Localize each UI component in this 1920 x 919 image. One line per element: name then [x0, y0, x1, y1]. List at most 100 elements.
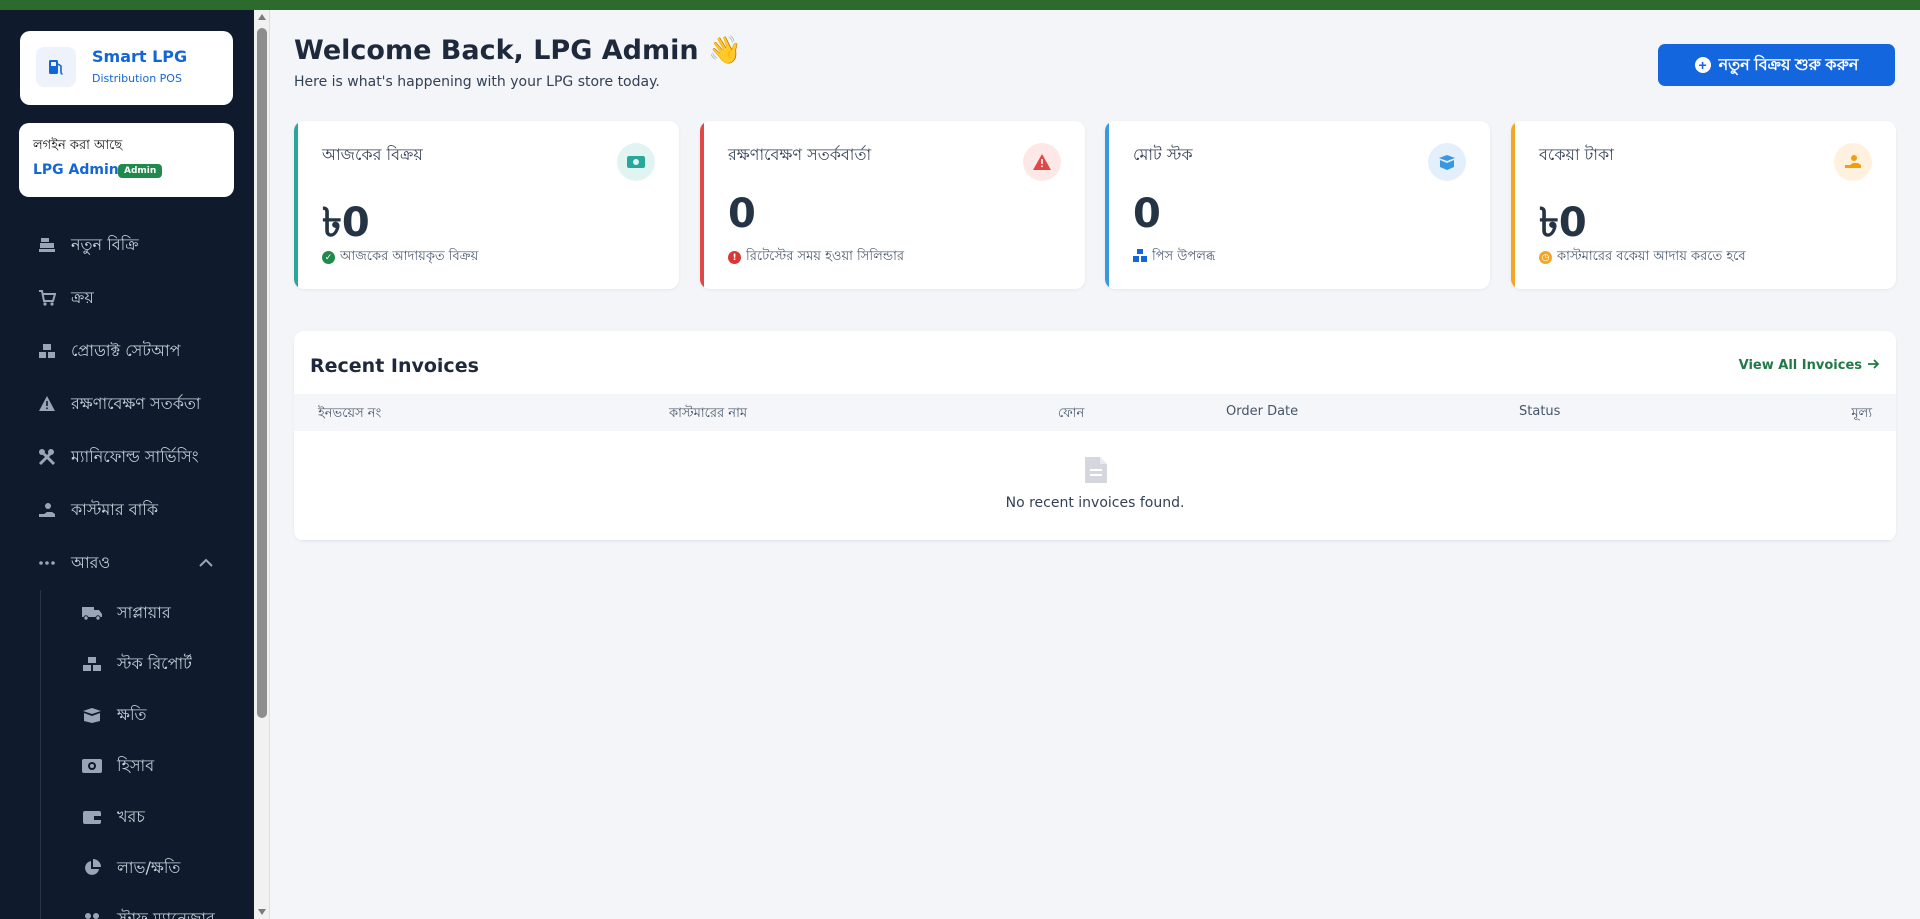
new-sale-button-label: নতুন বিক্রয় শুরু করুন	[1718, 56, 1859, 74]
boxes-icon	[36, 340, 58, 362]
sidebar-item-label: কাস্টমার বাকি	[71, 499, 159, 519]
sidebar-item-label: নতুন বিক্রি	[71, 234, 139, 254]
sidebar-subitem-supplier[interactable]: সাপ্লায়ার	[0, 593, 254, 633]
cash-register-icon	[36, 234, 58, 256]
sidebar-item-label: ম্যানিফোল্ড সার্ভিসিং	[71, 446, 199, 466]
sidebar-subitem-accounts[interactable]: হিসাব	[0, 746, 254, 786]
sidebar-item-maintenance-alert[interactable]: রক্ষণাবেক্ষণ সতর্কতা	[0, 382, 254, 426]
sidebar-subitem-label: হিসাব	[117, 755, 155, 775]
scroll-up-arrow-icon[interactable]	[258, 14, 266, 20]
column-header-phone: ফোন	[1058, 406, 1085, 421]
gas-pump-icon	[36, 47, 76, 87]
sidebar-subitem-expense[interactable]: খরচ	[0, 797, 254, 837]
boxes-icon	[80, 653, 104, 675]
card-note-text: কাস্টমারের বকেয়া আদায় করতে হবে	[1557, 249, 1746, 264]
invoices-table-header: ইনভয়েস নং কাস্টমারের নাম ফোন Order Date…	[294, 394, 1896, 431]
card-accent-bar	[700, 121, 704, 289]
scroll-down-arrow-icon[interactable]	[258, 909, 266, 915]
sidebar-subitem-loss[interactable]: ক্ষতি	[0, 695, 254, 735]
column-header-order-date: Order Date	[1226, 404, 1299, 419]
exclamation-circle-icon: !	[728, 251, 741, 264]
scrollbar-thumb[interactable]	[257, 28, 267, 718]
role-badge: Admin	[118, 164, 163, 178]
wallet-icon	[80, 806, 104, 828]
sidebar-item-purchase[interactable]: ক্রয়	[0, 276, 254, 320]
card-note: পিস উপলব্ধ	[1133, 247, 1215, 268]
card-note-text: পিস উপলব্ধ	[1152, 249, 1216, 264]
card-title: মোট স্টক	[1133, 145, 1193, 164]
sidebar: Smart LPG Distribution POS লগইন করা আছে …	[0, 10, 254, 919]
warning-icon	[1023, 143, 1061, 181]
sidebar-item-customer-due[interactable]: কাস্টমার বাকি	[0, 488, 254, 532]
card-accent-bar	[1511, 121, 1515, 289]
stat-card-today-sales: আজকের বিক্রয় ৳0 ✓ আজকের আদায়কৃত বিক্রয…	[294, 121, 679, 289]
pie-chart-icon	[80, 857, 104, 879]
stat-card-total-stock: মোট স্টক 0 পিস উপলব্ধ	[1105, 121, 1490, 289]
login-status-card: লগইন করা আছে LPG Admin Admin	[19, 123, 234, 197]
check-circle-icon: ✓	[322, 251, 335, 264]
empty-file-icon	[1083, 455, 1109, 485]
brand-name: Smart LPG	[92, 47, 188, 66]
stat-card-due-amount: বকেয়া টাকা ৳0 ◷ কাস্টমারের বকেয়া আদায়…	[1511, 121, 1896, 289]
box-icon	[1428, 143, 1466, 181]
brand-subtitle: Distribution POS	[92, 72, 182, 85]
hand-coin-icon	[36, 499, 58, 521]
empty-state-message: No recent invoices found.	[1005, 495, 1185, 511]
card-note-text: আজকের আদায়কৃত বিক্রয়	[340, 249, 479, 264]
sidebar-subitem-label: খরচ	[117, 806, 145, 826]
login-user-name: LPG Admin	[33, 162, 119, 178]
recent-invoices-panel: Recent Invoices View All Invoices ইনভয়ে…	[294, 331, 1896, 541]
warning-icon	[36, 393, 58, 415]
tools-icon	[36, 446, 58, 468]
card-accent-bar	[294, 121, 298, 289]
sidebar-item-product-setup[interactable]: প্রোডাক্ট সেটআপ	[0, 329, 254, 373]
sidebar-subitem-label: ক্ষতি	[117, 704, 147, 724]
sidebar-subitem-label: স্টক রিপোর্ট	[117, 653, 192, 673]
more-dots-icon	[36, 552, 58, 574]
sidebar-item-label: আরও	[71, 552, 111, 572]
panel-divider	[294, 540, 1896, 541]
sidebar-item-new-sale[interactable]: নতুন বিক্রি	[0, 223, 254, 267]
login-label: লগইন করা আছে	[33, 138, 123, 153]
plus-circle-icon: +	[1694, 57, 1711, 73]
recent-invoices-title: Recent Invoices	[310, 355, 479, 377]
sidebar-item-more[interactable]: আরও	[0, 541, 254, 585]
cart-icon	[36, 287, 58, 309]
card-accent-bar	[1105, 121, 1109, 289]
sidebar-subitem-staff-manager[interactable]: স্টাফ ম্যানেজার	[0, 899, 254, 919]
brand-card[interactable]: Smart LPG Distribution POS	[20, 31, 233, 105]
page-subtitle: Here is what's happening with your LPG s…	[294, 74, 660, 90]
page-title: Welcome Back, LPG Admin 👋	[294, 35, 742, 66]
sidebar-subitem-label: স্টাফ ম্যানেজার	[117, 908, 215, 919]
money-bill-icon	[617, 143, 655, 181]
stat-card-maintenance-alerts: রক্ষণাবেক্ষণ সতর্কবার্তা 0 ! রিটেস্টের স…	[700, 121, 1085, 289]
clock-icon: ◷	[1539, 251, 1552, 264]
new-sale-button[interactable]: + নতুন বিক্রয় শুরু করুন	[1658, 44, 1895, 86]
card-title: বকেয়া টাকা	[1539, 145, 1614, 164]
card-note: ! রিটেস্টের সময় হওয়া সিলিন্ডার	[728, 247, 904, 268]
column-header-invoice-no: ইনভয়েস নং	[318, 406, 382, 421]
column-header-status: Status	[1519, 404, 1561, 419]
boxes-icon	[1133, 249, 1147, 266]
sidebar-scrollbar[interactable]	[254, 10, 270, 919]
sidebar-item-label: প্রোডাক্ট সেটআপ	[71, 340, 181, 360]
users-icon	[80, 908, 104, 919]
card-note-text: রিটেস্টের সময় হওয়া সিলিন্ডার	[746, 249, 905, 264]
sidebar-subitem-profit-loss[interactable]: লাভ/ক্ষতি	[0, 848, 254, 888]
sidebar-item-manifold-servicing[interactable]: ম্যানিফোল্ড সার্ভিসিং	[0, 435, 254, 479]
sidebar-subitem-label: সাপ্লায়ার	[117, 602, 171, 622]
arrow-right-icon	[1868, 358, 1880, 373]
card-note: ✓ আজকের আদায়কৃত বিক্রয়	[322, 247, 478, 268]
sidebar-item-label: রক্ষণাবেক্ষণ সতর্কতা	[71, 393, 201, 413]
chevron-up-icon[interactable]	[195, 552, 217, 574]
card-value: 0	[728, 191, 756, 237]
column-header-price: মূল্য	[1851, 406, 1872, 421]
view-all-label: View All Invoices	[1738, 358, 1862, 373]
sidebar-subitem-label: লাভ/ক্ষতি	[117, 857, 181, 877]
sidebar-subitem-stock-report[interactable]: স্টক রিপোর্ট	[0, 644, 254, 684]
truck-icon	[80, 602, 104, 624]
box-open-icon	[80, 704, 104, 726]
column-header-customer-name: কাস্টমারের নাম	[669, 406, 748, 421]
view-all-invoices-link[interactable]: View All Invoices	[1739, 358, 1880, 373]
card-title: রক্ষণাবেক্ষণ সতর্কবার্তা	[728, 145, 872, 164]
